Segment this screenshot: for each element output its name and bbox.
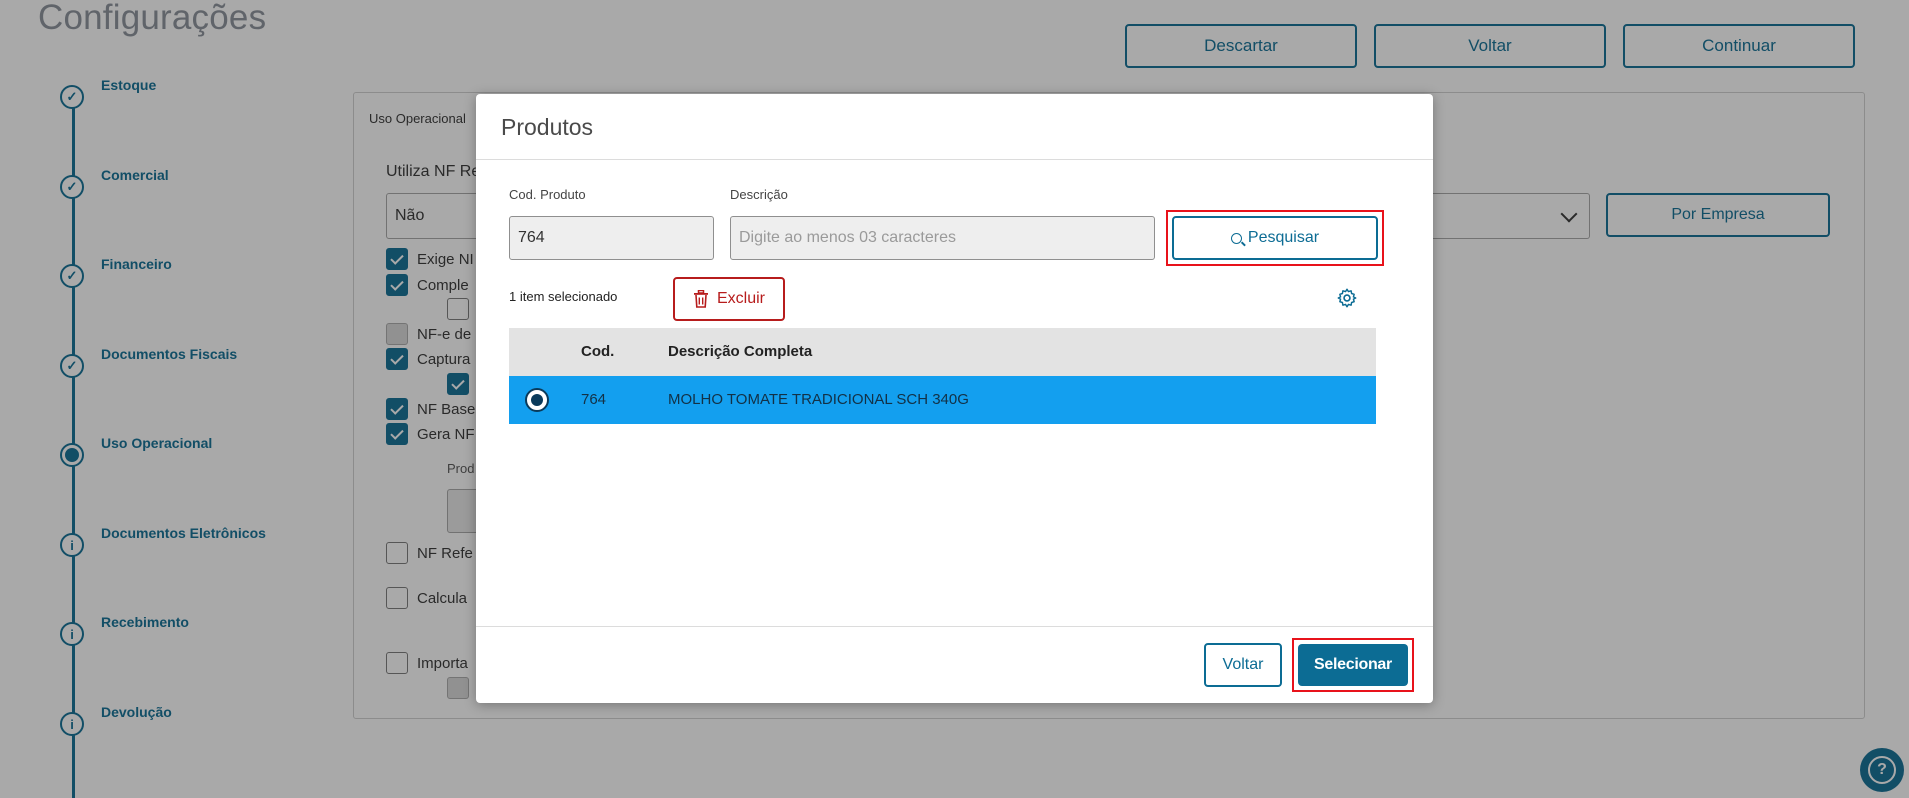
table-row[interactable]: 764 MOLHO TOMATE TRADICIONAL SCH 340G — [509, 376, 1376, 424]
table-header: Cod. Descrição Completa — [509, 328, 1376, 376]
divider — [476, 159, 1433, 160]
descricao-label: Descrição — [730, 187, 788, 202]
descricao-input[interactable] — [730, 216, 1155, 260]
cell-descricao: MOLHO TOMATE TRADICIONAL SCH 340G — [668, 391, 969, 408]
modal-back-button[interactable]: Voltar — [1204, 643, 1282, 687]
gear-icon[interactable] — [1336, 287, 1358, 309]
row-radio[interactable] — [525, 388, 549, 412]
column-header-descricao[interactable]: Descrição Completa — [668, 343, 812, 360]
select-button[interactable]: Selecionar — [1298, 644, 1408, 686]
products-modal: Produtos Cod. Produto Descrição Pesquisa… — [476, 94, 1433, 703]
delete-button[interactable]: Excluir — [673, 277, 785, 321]
search-button-label: Pesquisar — [1247, 229, 1320, 246]
divider — [476, 626, 1433, 627]
cod-produto-input[interactable] — [509, 216, 714, 260]
search-icon — [1230, 232, 1242, 244]
selected-count: 1 item selecionado — [509, 289, 618, 304]
cell-cod: 764 — [581, 391, 607, 408]
delete-button-label: Excluir — [716, 290, 765, 307]
modal-title: Produtos — [501, 114, 594, 140]
cod-produto-label: Cod. Produto — [509, 187, 586, 202]
trash-icon — [693, 290, 708, 308]
column-header-cod[interactable]: Cod. — [581, 343, 614, 360]
search-button[interactable]: Pesquisar — [1172, 216, 1378, 260]
